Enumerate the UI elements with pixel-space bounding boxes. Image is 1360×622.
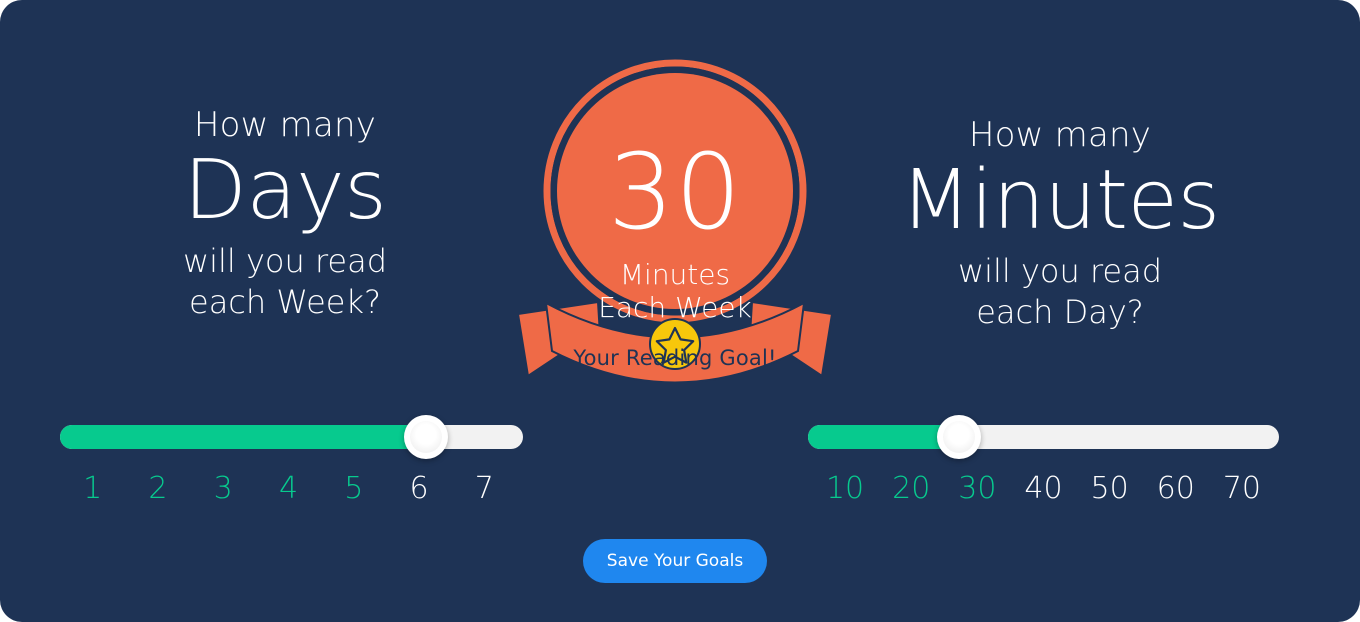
ribbon-label: Your Reading Goal! [573, 346, 777, 370]
minutes-tick-10[interactable]: 10 [812, 471, 878, 506]
minutes-tick-70[interactable]: 70 [1209, 471, 1275, 506]
days-tick-2[interactable]: 2 [125, 471, 190, 506]
reading-goal-card: How many Days will you read each Week? H… [0, 0, 1360, 622]
days-slider-track[interactable] [60, 415, 523, 459]
days-tick-6[interactable]: 6 [386, 471, 451, 506]
save-goals-button[interactable]: Save Your Goals [583, 539, 767, 583]
minutes-tick-30[interactable]: 30 [944, 471, 1010, 506]
minutes-tick-60[interactable]: 60 [1143, 471, 1209, 506]
minutes-tick-50[interactable]: 50 [1077, 471, 1143, 506]
minutes-tick-40[interactable]: 40 [1010, 471, 1076, 506]
days-question-tail-line1: will you read [182, 242, 388, 281]
badge-unit-line2: Each Week [598, 291, 752, 325]
minutes-question-lead: How many [968, 115, 1152, 155]
badge-value: 30 [607, 131, 743, 253]
badge-unit-line1: Minutes [619, 258, 731, 291]
badge-unit: Minutes Each Week [506, 258, 844, 324]
reading-goal-badge: 30 Minutes Each Week Your Reading Goal! [506, 52, 844, 382]
minutes-slider-handle[interactable] [936, 415, 981, 459]
minutes-question-tail-line1: will you read [957, 252, 1163, 291]
days-slider-handle[interactable] [403, 415, 448, 459]
minutes-slider-track[interactable] [808, 415, 1279, 459]
days-slider-fill [60, 425, 426, 449]
minutes-question-panel: How many Minutes will you read each Day? [850, 116, 1270, 332]
days-slider-ticks: 1 2 3 4 5 6 7 [60, 471, 523, 506]
days-tick-4[interactable]: 4 [256, 471, 321, 506]
minutes-question-highlight: Minutes [900, 153, 1220, 249]
days-tick-3[interactable]: 3 [191, 471, 256, 506]
days-tick-1[interactable]: 1 [60, 471, 125, 506]
days-tick-7[interactable]: 7 [452, 471, 517, 506]
minutes-slider-ticks: 10 20 30 40 50 60 70 [808, 471, 1279, 506]
days-question-tail-line2: each Week? [189, 282, 381, 321]
minutes-tick-20[interactable]: 20 [878, 471, 944, 506]
days-question-highlight: Days [183, 143, 387, 239]
days-question-panel: How many Days will you read each Week? [75, 106, 495, 322]
minutes-slider-block: 10 20 30 40 50 60 70 [808, 415, 1279, 506]
days-slider-block: 1 2 3 4 5 6 7 [60, 415, 523, 506]
days-question-lead: How many [193, 105, 377, 145]
days-tick-5[interactable]: 5 [321, 471, 386, 506]
minutes-question-tail-line2: each Day? [976, 292, 1144, 331]
